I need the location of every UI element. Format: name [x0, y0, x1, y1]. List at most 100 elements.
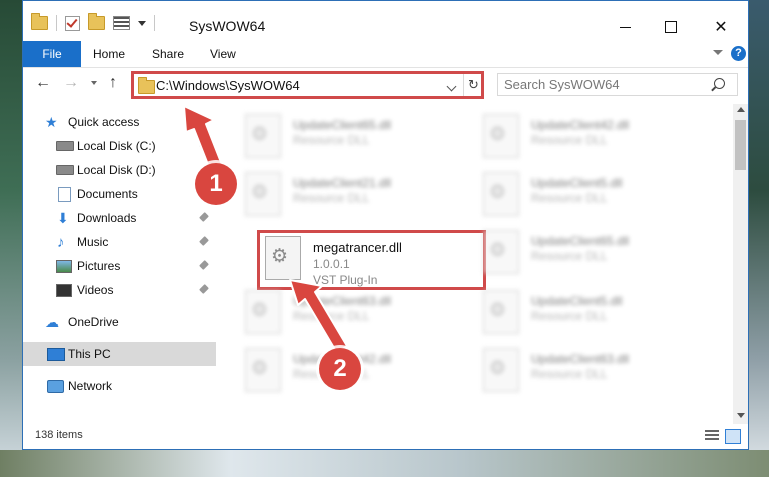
details-view-icon[interactable] — [705, 430, 719, 441]
back-button[interactable]: ← — [35, 74, 51, 92]
ribbon-tabs: File Home Share View ? — [23, 41, 748, 68]
properties-check-icon[interactable] — [65, 15, 80, 31]
customize-toolbar-chevron-icon[interactable] — [138, 20, 146, 26]
toolbar-divider — [154, 15, 155, 31]
sidebar-item-pictures[interactable]: Pictures — [23, 254, 216, 278]
sidebar-item-local-disk-c[interactable]: Local Disk (C:) — [23, 134, 216, 158]
file-name: UpdateClient65.dll — [531, 234, 630, 248]
file-item[interactable]: UpdateClient63.dll Resource DLL — [483, 346, 703, 396]
title-bar: SysWOW64 ✕ — [23, 1, 748, 39]
folder-icon[interactable] — [31, 13, 48, 30]
file-item-megatrancer[interactable]: megatrancer.dll 1.0.0.1 VST Plug-In — [265, 234, 485, 287]
close-button[interactable]: ✕ — [698, 12, 744, 42]
file-type: Resource DLL — [293, 309, 370, 323]
file-item[interactable]: UpdateClient5.dll Resource DLL — [483, 288, 703, 338]
pin-icon[interactable] — [199, 236, 209, 246]
address-path[interactable]: C:\Windows\SysWOW64 — [156, 78, 300, 93]
file-type: VST Plug-In — [313, 273, 378, 287]
sidebar-item-local-disk-d[interactable]: Local Disk (D:) — [23, 158, 216, 182]
navigation-bar: ← → ↑ C:\Windows\SysWOW64 ↻ — [23, 68, 748, 102]
step-marker-1: 1 — [195, 163, 237, 205]
large-icons-view-icon[interactable] — [725, 429, 741, 444]
file-type: Resource DLL — [531, 191, 608, 205]
download-icon: ⬇ — [57, 209, 69, 226]
file-name: UpdateClient42.dll — [531, 118, 630, 132]
refresh-button[interactable]: ↻ — [463, 74, 483, 96]
tab-home[interactable]: Home — [93, 41, 125, 67]
status-bar: 138 items — [23, 424, 748, 448]
tab-view[interactable]: View — [210, 41, 236, 67]
file-item[interactable]: UpdateClient65.dll Resource DLL — [245, 112, 465, 162]
sidebar-item-network[interactable]: Network — [23, 374, 216, 398]
sidebar-item-videos[interactable]: Videos — [23, 278, 216, 302]
search-input[interactable] — [498, 74, 714, 95]
file-name: UpdateClient63.dll — [531, 352, 630, 366]
file-type: Resource DLL — [531, 249, 608, 263]
up-button[interactable]: ↑ — [109, 74, 117, 92]
search-icon[interactable] — [714, 78, 725, 89]
cloud-icon: ☁ — [45, 313, 59, 330]
pin-icon[interactable] — [199, 140, 209, 150]
dll-file-icon — [245, 348, 281, 392]
file-item[interactable]: UpdateClient65.dll Resource DLL — [483, 228, 703, 278]
sidebar-item-label: Documents — [77, 187, 138, 201]
forward-button[interactable]: → — [63, 74, 79, 92]
sidebar-item-label: Local Disk (C:) — [77, 139, 156, 153]
address-history-chevron-icon[interactable] — [446, 81, 457, 92]
sidebar-item-documents[interactable]: Documents — [23, 182, 216, 206]
search-box[interactable] — [497, 73, 738, 96]
sidebar-item-onedrive[interactable]: ☁ OneDrive — [23, 310, 216, 334]
dll-file-icon — [245, 114, 281, 158]
sidebar-item-label: OneDrive — [68, 315, 119, 329]
sidebar-item-label: This PC — [68, 347, 111, 361]
file-type: Resource DLL — [531, 133, 608, 147]
sidebar-item-quick-access[interactable]: ★ Quick access — [23, 110, 216, 134]
file-name: UpdateClient21.dll — [293, 176, 392, 190]
recent-locations-chevron-icon[interactable] — [91, 81, 97, 85]
expand-ribbon-chevron-icon[interactable] — [713, 50, 723, 55]
pictures-icon — [56, 259, 72, 273]
pin-icon[interactable] — [199, 260, 209, 270]
vertical-scrollbar[interactable] — [733, 104, 748, 424]
pin-icon[interactable] — [199, 284, 209, 294]
file-name: megatrancer.dll — [313, 240, 402, 255]
sidebar-item-this-pc[interactable]: This PC — [23, 342, 216, 366]
sidebar-item-label: Network — [68, 379, 113, 393]
window-title: SysWOW64 — [189, 18, 266, 34]
sidebar-item-downloads[interactable]: ⬇ Downloads — [23, 206, 216, 230]
pin-icon[interactable] — [199, 212, 209, 222]
desktop-background-left — [0, 0, 22, 477]
file-name: UpdateClient63.dll — [293, 294, 392, 308]
videos-icon — [56, 283, 72, 297]
maximize-button[interactable] — [648, 12, 694, 42]
file-item[interactable]: UpdateClient5.dll Resource DLL — [483, 170, 703, 220]
drive-icon — [56, 165, 74, 175]
dll-file-icon — [483, 290, 519, 334]
desktop-background-right — [749, 0, 769, 477]
step-marker-2: 2 — [319, 348, 361, 390]
file-item[interactable]: UpdateClient21.dll Resource DLL — [245, 170, 465, 220]
dll-file-icon — [245, 290, 281, 334]
scrollbar-thumb[interactable] — [735, 120, 746, 170]
sidebar-item-label: Quick access — [68, 115, 140, 129]
document-icon — [58, 186, 71, 202]
view-list-icon[interactable] — [113, 16, 130, 30]
scroll-up-icon[interactable] — [737, 107, 745, 112]
dll-file-icon — [483, 172, 519, 216]
scroll-down-icon[interactable] — [737, 413, 745, 418]
help-icon[interactable]: ? — [731, 46, 746, 61]
tab-file[interactable]: File — [23, 41, 81, 67]
file-version: 1.0.0.1 — [313, 257, 350, 271]
minimize-button[interactable] — [602, 12, 648, 42]
file-item[interactable]: UpdateClient63.dll Resource DLL — [245, 288, 465, 338]
file-item[interactable]: UpdateClient42.dll Resource DLL — [483, 112, 703, 162]
maximize-icon — [665, 21, 677, 33]
new-folder-icon[interactable] — [88, 13, 105, 30]
dll-file-icon — [483, 230, 519, 274]
address-bar[interactable]: C:\Windows\SysWOW64 ↻ — [133, 73, 482, 97]
dll-file-icon — [245, 172, 281, 216]
tab-share[interactable]: Share — [152, 41, 184, 67]
sidebar-item-music[interactable]: ♪ Music — [23, 230, 216, 254]
dll-file-icon — [483, 114, 519, 158]
computer-icon — [47, 347, 65, 361]
